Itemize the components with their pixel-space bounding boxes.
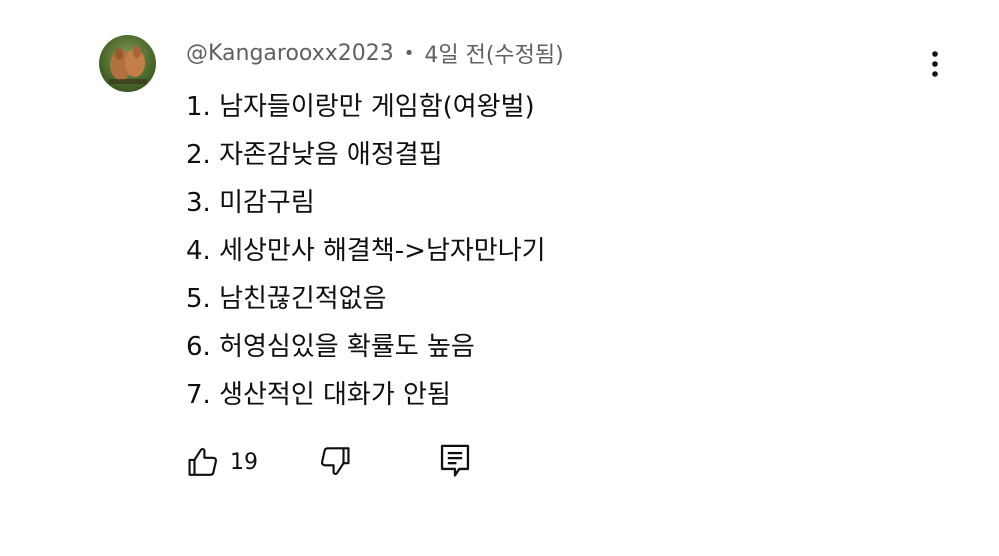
dislike-button[interactable] — [318, 444, 352, 478]
thumbs-down-icon — [320, 447, 350, 475]
like-count: 19 — [230, 449, 258, 475]
thumbs-up-icon — [188, 448, 218, 476]
comment-line: 3. 미감구림 — [186, 188, 315, 218]
comment-line: 5. 남친끊긴적없음 — [186, 284, 387, 314]
reply-button[interactable] — [439, 443, 471, 479]
header-separator: • — [403, 42, 415, 64]
comment-line: 4. 세상만사 해결책->남자만나기 — [186, 236, 546, 266]
comment-body: 1. 남자들이랑만 게임함(여왕벌) 2. 자존감낮음 애정결핍 3. 미감구림… — [186, 83, 546, 419]
more-vertical-icon — [932, 51, 938, 77]
comment-timestamp[interactable]: 4일 전(수정됨) — [424, 37, 563, 69]
comment-line: 6. 허영심있을 확률도 높음 — [186, 332, 475, 362]
comment-thread: @Kangarooxx2023 • 4일 전(수정됨) 1. 남자들이랑만 게임… — [0, 0, 999, 556]
comment-line: 1. 남자들이랑만 게임함(여왕벌) — [186, 92, 535, 122]
more-actions-button[interactable] — [918, 44, 952, 84]
comment-header: @Kangarooxx2023 • 4일 전(수정됨) — [186, 36, 564, 70]
reply-comment-icon — [440, 444, 470, 477]
avatar-image — [99, 35, 156, 92]
author-handle[interactable]: @Kangarooxx2023 — [186, 41, 394, 66]
comment-line: 7. 생산적인 대화가 안됨 — [186, 380, 451, 410]
comment-line: 2. 자존감낮음 애정결핍 — [186, 140, 443, 170]
comment-actions: 19 — [186, 442, 470, 482]
avatar[interactable] — [99, 35, 156, 92]
like-button[interactable]: 19 — [186, 445, 258, 479]
